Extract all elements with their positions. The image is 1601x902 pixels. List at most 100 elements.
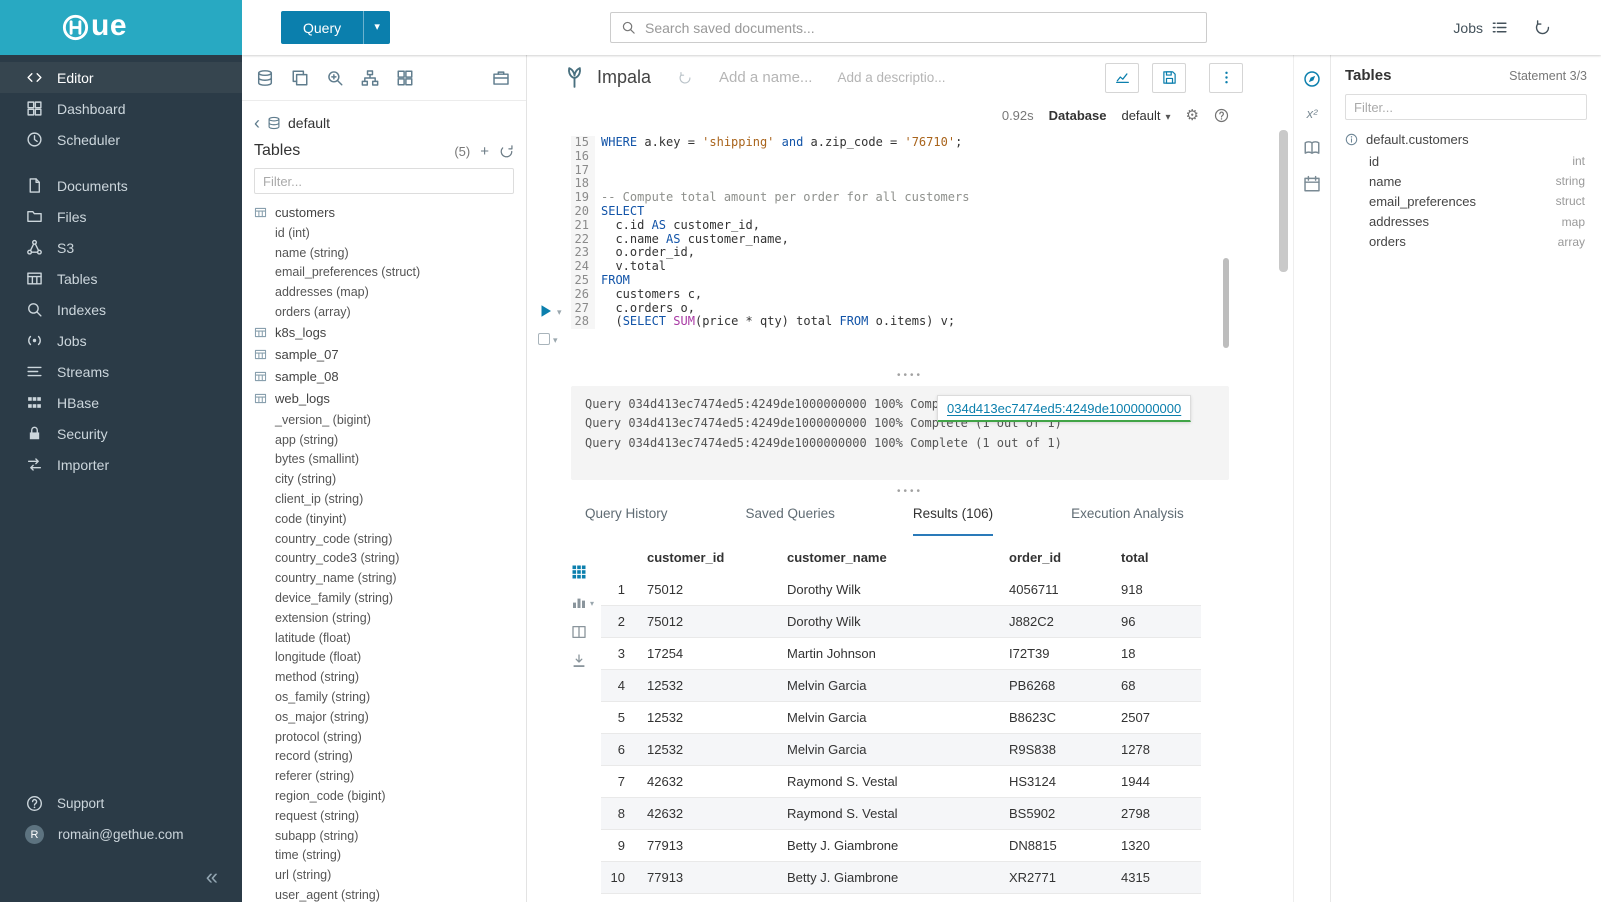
save-button[interactable] xyxy=(1152,63,1186,93)
column-item[interactable]: os_major (string) xyxy=(254,707,514,727)
back-button[interactable]: ‹ xyxy=(254,114,260,132)
results-column-header[interactable]: order_id xyxy=(1003,540,1115,574)
history-icon[interactable] xyxy=(1534,19,1551,36)
column-item[interactable]: orders (array) xyxy=(254,302,514,322)
editor-scrollbar[interactable] xyxy=(1223,258,1229,348)
column-item[interactable]: city (string) xyxy=(254,469,514,489)
more-actions-button[interactable] xyxy=(1209,63,1243,93)
column-item[interactable]: addresses (map) xyxy=(254,282,514,302)
columns-toggle-button[interactable] xyxy=(571,624,594,640)
sidebar-item-importer[interactable]: Importer xyxy=(0,449,242,480)
new-query-button[interactable]: Query xyxy=(281,11,363,44)
column-item-email-preferences[interactable]: email_preferencesstruct xyxy=(1345,191,1587,211)
column-item[interactable]: record (string) xyxy=(254,747,514,767)
gear-icon[interactable]: ⚙ xyxy=(1186,108,1199,123)
collapse-sidebar-button[interactable]: « xyxy=(206,866,218,888)
query-description-input[interactable]: Add a descriptio... xyxy=(837,70,945,85)
query-name-input[interactable]: Add a name... xyxy=(719,69,812,86)
grid-view-button[interactable] xyxy=(571,564,594,580)
sidebar-item-scheduler[interactable]: Scheduler xyxy=(0,124,242,155)
download-button[interactable] xyxy=(571,653,594,669)
global-search[interactable] xyxy=(610,12,1207,43)
column-item[interactable]: subapp (string) xyxy=(254,826,514,846)
column-item[interactable]: extension (string) xyxy=(254,608,514,628)
sidebar-item-jobs[interactable]: Jobs xyxy=(0,325,242,356)
sidebar-item-indexes[interactable]: Indexes xyxy=(0,294,242,325)
column-item[interactable]: client_ip (string) xyxy=(254,489,514,509)
table-item-sample-07[interactable]: sample_07 xyxy=(254,344,514,366)
resize-handle[interactable]: •••• xyxy=(527,484,1293,496)
column-item[interactable]: app (string) xyxy=(254,430,514,450)
sidebar-item-editor[interactable]: Editor xyxy=(0,62,242,93)
db-icon[interactable] xyxy=(256,69,274,87)
column-item[interactable]: country_name (string) xyxy=(254,568,514,588)
database-select[interactable]: default ▾ xyxy=(1121,108,1170,123)
column-item-name[interactable]: namestring xyxy=(1345,171,1587,191)
column-item[interactable]: _version_ (bigint) xyxy=(254,410,514,430)
column-item[interactable]: referer (string) xyxy=(254,766,514,786)
column-item[interactable]: method (string) xyxy=(254,667,514,687)
sidebar-item-user[interactable]: R romain@gethue.com xyxy=(0,819,242,850)
column-item[interactable]: id (int) xyxy=(254,223,514,243)
column-item[interactable]: request (string) xyxy=(254,806,514,826)
query-id-tooltip[interactable]: 034d413ec7474ed5:4249de1000000000 xyxy=(937,395,1191,422)
resize-handle[interactable]: •••• xyxy=(527,368,1293,380)
right-table-filter[interactable] xyxy=(1345,94,1587,120)
column-item[interactable]: country_code3 (string) xyxy=(254,549,514,569)
column-item-orders[interactable]: ordersarray xyxy=(1345,232,1587,252)
calendar-icon[interactable] xyxy=(1303,175,1321,193)
briefcase-icon[interactable] xyxy=(492,69,510,87)
query-options-caret[interactable]: ▾ xyxy=(363,11,390,44)
column-item[interactable]: longitude (float) xyxy=(254,648,514,668)
chart-button[interactable] xyxy=(1105,63,1139,93)
refresh-icon[interactable] xyxy=(499,144,514,159)
column-item[interactable]: url (string) xyxy=(254,865,514,885)
table-item-k8s-logs[interactable]: k8s_logs xyxy=(254,322,514,344)
column-item-addresses[interactable]: addressesmap xyxy=(1345,212,1587,232)
results-column-header[interactable]: customer_id xyxy=(641,540,781,574)
zoom-in-icon[interactable] xyxy=(326,69,344,87)
column-item[interactable]: email_preferences (struct) xyxy=(254,263,514,283)
column-item[interactable]: country_code (string) xyxy=(254,529,514,549)
editor-settings-button[interactable]: ▾ xyxy=(538,330,558,348)
active-table-row[interactable]: default.customers xyxy=(1345,132,1587,147)
column-item[interactable]: time (string) xyxy=(254,846,514,866)
search-input[interactable] xyxy=(645,20,1196,36)
sidebar-item-hbase[interactable]: HBase xyxy=(0,387,242,418)
table-filter[interactable] xyxy=(254,168,514,194)
column-item[interactable]: name (string) xyxy=(254,243,514,263)
snippet-history-icon[interactable] xyxy=(678,71,692,85)
book-icon[interactable] xyxy=(1303,139,1321,157)
sidebar-item-s3[interactable]: S3 xyxy=(0,232,242,263)
sidebar-item-support[interactable]: Support xyxy=(0,788,242,819)
column-item[interactable]: latitude (float) xyxy=(254,628,514,648)
tab-results-106-[interactable]: Results (106) xyxy=(913,506,993,536)
sidebar-item-documents[interactable]: Documents xyxy=(0,170,242,201)
main-scrollbar[interactable] xyxy=(1279,130,1288,272)
tab-query-history[interactable]: Query History xyxy=(585,506,668,536)
right-filter-input[interactable] xyxy=(1354,100,1578,115)
sidebar-item-dashboard[interactable]: Dashboard xyxy=(0,93,242,124)
tab-execution-analysis[interactable]: Execution Analysis xyxy=(1071,506,1184,536)
run-query-button[interactable] xyxy=(538,303,554,319)
column-item[interactable]: code (tinyint) xyxy=(254,509,514,529)
results-column-header[interactable]: customer_name xyxy=(781,540,1003,574)
code-editor[interactable]: ▾ ▾ 1516171819202122232425262728 WHERE a… xyxy=(527,130,1293,358)
copy-icon[interactable] xyxy=(291,69,309,87)
column-item[interactable]: bytes (smallint) xyxy=(254,450,514,470)
sitemap-icon[interactable] xyxy=(361,69,379,87)
results-column-header[interactable]: total xyxy=(1115,540,1201,574)
superscript-icon[interactable]: x² xyxy=(1307,106,1318,121)
column-item[interactable]: user_agent (string) xyxy=(254,885,514,902)
sidebar-item-tables[interactable]: Tables xyxy=(0,263,242,294)
column-item[interactable]: region_code (bigint) xyxy=(254,786,514,806)
add-table-icon[interactable]: + xyxy=(480,144,489,159)
table-item-web-logs[interactable]: web_logs xyxy=(254,388,514,410)
dashboard-icon[interactable] xyxy=(396,69,414,87)
sidebar-item-streams[interactable]: Streams xyxy=(0,356,242,387)
sidebar-item-files[interactable]: Files xyxy=(0,201,242,232)
column-item[interactable]: os_family (string) xyxy=(254,687,514,707)
chart-view-button[interactable]: ▾ xyxy=(571,593,594,611)
tab-saved-queries[interactable]: Saved Queries xyxy=(746,506,835,536)
table-filter-input[interactable] xyxy=(263,174,505,189)
